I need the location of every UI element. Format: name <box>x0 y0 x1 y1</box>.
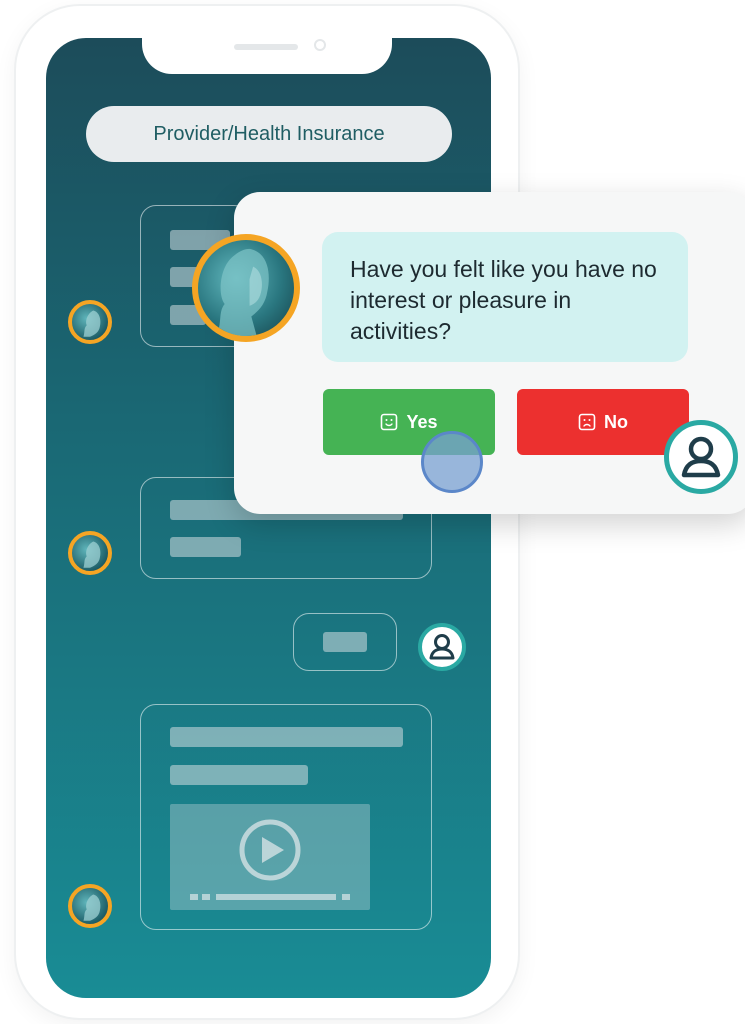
question-bubble: Have you felt like you have no interest … <box>322 232 688 362</box>
no-button[interactable]: No <box>517 389 689 455</box>
user-icon <box>429 634 455 660</box>
face-profile-icon <box>83 310 101 337</box>
no-button-label: No <box>604 411 628 432</box>
frown-icon <box>578 413 596 431</box>
camera-icon <box>314 39 326 51</box>
phone-speaker <box>234 44 298 50</box>
page-title: Provider/Health Insurance <box>153 122 385 145</box>
text-placeholder <box>170 727 403 747</box>
bot-avatar <box>68 884 112 928</box>
face-profile-icon <box>83 541 101 568</box>
text-placeholder <box>170 537 241 557</box>
bot-avatar <box>68 300 112 344</box>
question-text: Have you felt like you have no interest … <box>350 256 657 344</box>
app-stage: Provider/Health Insurance Have you felt … <box>0 0 745 1024</box>
touch-indicator <box>421 431 483 493</box>
bot-avatar <box>68 531 112 575</box>
yes-button-label: Yes <box>406 411 438 432</box>
user-avatar <box>418 623 466 671</box>
provider-title-pill: Provider/Health Insurance <box>86 106 452 162</box>
text-placeholder <box>323 632 367 652</box>
user-icon <box>681 436 721 478</box>
assistant-avatar <box>192 234 300 342</box>
text-placeholder <box>170 765 308 785</box>
face-profile-icon <box>215 248 269 336</box>
video-thumbnail[interactable] <box>170 804 370 910</box>
play-icon <box>190 819 350 900</box>
user-avatar <box>664 420 738 494</box>
smile-icon <box>381 413 398 431</box>
face-profile-icon <box>83 894 101 921</box>
